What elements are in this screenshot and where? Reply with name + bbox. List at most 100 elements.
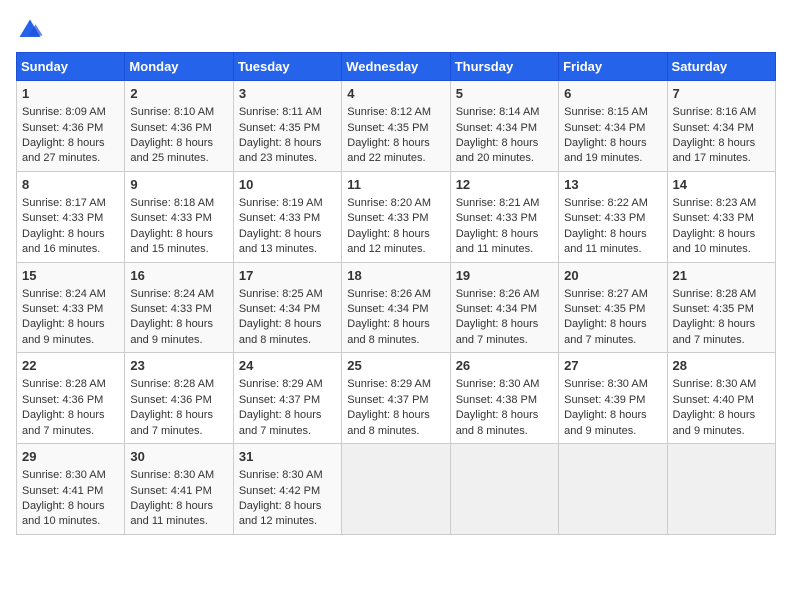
sunset-label: Sunset: 4:38 PM <box>456 394 537 406</box>
sunset-label: Sunset: 4:35 PM <box>239 122 320 134</box>
calendar-cell: 15 Sunrise: 8:24 AM Sunset: 4:33 PM Dayl… <box>17 262 125 353</box>
sunrise-label: Sunrise: 8:19 AM <box>239 197 323 209</box>
sunset-label: Sunset: 4:33 PM <box>239 212 320 224</box>
sunrise-label: Sunrise: 8:15 AM <box>564 106 648 118</box>
calendar-week-row: 22 Sunrise: 8:28 AM Sunset: 4:36 PM Dayl… <box>17 353 776 444</box>
daylight-label: Daylight: 8 hours and 16 minutes. <box>22 228 105 255</box>
sunrise-label: Sunrise: 8:26 AM <box>456 288 540 300</box>
sunset-label: Sunset: 4:33 PM <box>22 212 103 224</box>
day-number: 17 <box>239 267 336 285</box>
calendar-header-row: SundayMondayTuesdayWednesdayThursdayFrid… <box>17 53 776 81</box>
sunrise-label: Sunrise: 8:26 AM <box>347 288 431 300</box>
day-number: 19 <box>456 267 553 285</box>
day-number: 10 <box>239 176 336 194</box>
sunrise-label: Sunrise: 8:25 AM <box>239 288 323 300</box>
sunrise-label: Sunrise: 8:27 AM <box>564 288 648 300</box>
calendar-cell: 30 Sunrise: 8:30 AM Sunset: 4:41 PM Dayl… <box>125 444 233 535</box>
sunset-label: Sunset: 4:35 PM <box>347 122 428 134</box>
calendar-cell: 20 Sunrise: 8:27 AM Sunset: 4:35 PM Dayl… <box>559 262 667 353</box>
sunrise-label: Sunrise: 8:24 AM <box>22 288 106 300</box>
calendar-week-row: 1 Sunrise: 8:09 AM Sunset: 4:36 PM Dayli… <box>17 81 776 172</box>
calendar-cell: 17 Sunrise: 8:25 AM Sunset: 4:34 PM Dayl… <box>233 262 341 353</box>
day-number: 27 <box>564 357 661 375</box>
calendar-cell: 22 Sunrise: 8:28 AM Sunset: 4:36 PM Dayl… <box>17 353 125 444</box>
calendar-cell: 13 Sunrise: 8:22 AM Sunset: 4:33 PM Dayl… <box>559 171 667 262</box>
calendar-cell: 5 Sunrise: 8:14 AM Sunset: 4:34 PM Dayli… <box>450 81 558 172</box>
sunrise-label: Sunrise: 8:22 AM <box>564 197 648 209</box>
daylight-label: Daylight: 8 hours and 9 minutes. <box>673 409 756 436</box>
calendar-cell: 11 Sunrise: 8:20 AM Sunset: 4:33 PM Dayl… <box>342 171 450 262</box>
sunrise-label: Sunrise: 8:28 AM <box>22 378 106 390</box>
calendar-week-row: 8 Sunrise: 8:17 AM Sunset: 4:33 PM Dayli… <box>17 171 776 262</box>
day-number: 6 <box>564 85 661 103</box>
day-number: 13 <box>564 176 661 194</box>
sunset-label: Sunset: 4:36 PM <box>22 394 103 406</box>
calendar-week-row: 15 Sunrise: 8:24 AM Sunset: 4:33 PM Dayl… <box>17 262 776 353</box>
daylight-label: Daylight: 8 hours and 22 minutes. <box>347 137 430 164</box>
daylight-label: Daylight: 8 hours and 7 minutes. <box>239 409 322 436</box>
sunrise-label: Sunrise: 8:18 AM <box>130 197 214 209</box>
sunrise-label: Sunrise: 8:30 AM <box>456 378 540 390</box>
sunrise-label: Sunrise: 8:28 AM <box>130 378 214 390</box>
calendar-cell: 7 Sunrise: 8:16 AM Sunset: 4:34 PM Dayli… <box>667 81 775 172</box>
sunrise-label: Sunrise: 8:30 AM <box>130 469 214 481</box>
sunrise-label: Sunrise: 8:17 AM <box>22 197 106 209</box>
daylight-label: Daylight: 8 hours and 8 minutes. <box>456 409 539 436</box>
sunrise-label: Sunrise: 8:23 AM <box>673 197 757 209</box>
sunset-label: Sunset: 4:33 PM <box>456 212 537 224</box>
sunrise-label: Sunrise: 8:14 AM <box>456 106 540 118</box>
day-number: 26 <box>456 357 553 375</box>
day-number: 14 <box>673 176 770 194</box>
sunset-label: Sunset: 4:42 PM <box>239 485 320 497</box>
day-number: 7 <box>673 85 770 103</box>
day-number: 18 <box>347 267 444 285</box>
day-number: 12 <box>456 176 553 194</box>
sunrise-label: Sunrise: 8:20 AM <box>347 197 431 209</box>
sunset-label: Sunset: 4:36 PM <box>22 122 103 134</box>
calendar-cell: 25 Sunrise: 8:29 AM Sunset: 4:37 PM Dayl… <box>342 353 450 444</box>
daylight-label: Daylight: 8 hours and 11 minutes. <box>456 228 539 255</box>
calendar-cell: 9 Sunrise: 8:18 AM Sunset: 4:33 PM Dayli… <box>125 171 233 262</box>
day-number: 25 <box>347 357 444 375</box>
daylight-label: Daylight: 8 hours and 9 minutes. <box>564 409 647 436</box>
sunrise-label: Sunrise: 8:10 AM <box>130 106 214 118</box>
calendar-cell: 29 Sunrise: 8:30 AM Sunset: 4:41 PM Dayl… <box>17 444 125 535</box>
weekday-header-tuesday: Tuesday <box>233 53 341 81</box>
page-header <box>16 16 776 44</box>
sunset-label: Sunset: 4:34 PM <box>239 303 320 315</box>
logo <box>16 16 48 44</box>
sunset-label: Sunset: 4:36 PM <box>130 394 211 406</box>
sunrise-label: Sunrise: 8:28 AM <box>673 288 757 300</box>
day-number: 4 <box>347 85 444 103</box>
calendar-cell: 28 Sunrise: 8:30 AM Sunset: 4:40 PM Dayl… <box>667 353 775 444</box>
weekday-header-wednesday: Wednesday <box>342 53 450 81</box>
sunset-label: Sunset: 4:35 PM <box>564 303 645 315</box>
sunrise-label: Sunrise: 8:30 AM <box>673 378 757 390</box>
sunset-label: Sunset: 4:33 PM <box>22 303 103 315</box>
day-number: 15 <box>22 267 119 285</box>
daylight-label: Daylight: 8 hours and 8 minutes. <box>239 318 322 345</box>
daylight-label: Daylight: 8 hours and 27 minutes. <box>22 137 105 164</box>
day-number: 8 <box>22 176 119 194</box>
day-number: 20 <box>564 267 661 285</box>
sunrise-label: Sunrise: 8:29 AM <box>239 378 323 390</box>
calendar-cell: 31 Sunrise: 8:30 AM Sunset: 4:42 PM Dayl… <box>233 444 341 535</box>
daylight-label: Daylight: 8 hours and 7 minutes. <box>22 409 105 436</box>
day-number: 3 <box>239 85 336 103</box>
sunset-label: Sunset: 4:37 PM <box>347 394 428 406</box>
daylight-label: Daylight: 8 hours and 10 minutes. <box>22 500 105 527</box>
sunset-label: Sunset: 4:34 PM <box>673 122 754 134</box>
sunset-label: Sunset: 4:36 PM <box>130 122 211 134</box>
daylight-label: Daylight: 8 hours and 11 minutes. <box>564 228 647 255</box>
calendar-cell: 6 Sunrise: 8:15 AM Sunset: 4:34 PM Dayli… <box>559 81 667 172</box>
sunset-label: Sunset: 4:37 PM <box>239 394 320 406</box>
daylight-label: Daylight: 8 hours and 25 minutes. <box>130 137 213 164</box>
daylight-label: Daylight: 8 hours and 12 minutes. <box>347 228 430 255</box>
sunset-label: Sunset: 4:33 PM <box>130 212 211 224</box>
daylight-label: Daylight: 8 hours and 8 minutes. <box>347 318 430 345</box>
sunset-label: Sunset: 4:34 PM <box>456 122 537 134</box>
sunset-label: Sunset: 4:34 PM <box>564 122 645 134</box>
sunrise-label: Sunrise: 8:30 AM <box>239 469 323 481</box>
sunset-label: Sunset: 4:33 PM <box>673 212 754 224</box>
sunset-label: Sunset: 4:34 PM <box>456 303 537 315</box>
